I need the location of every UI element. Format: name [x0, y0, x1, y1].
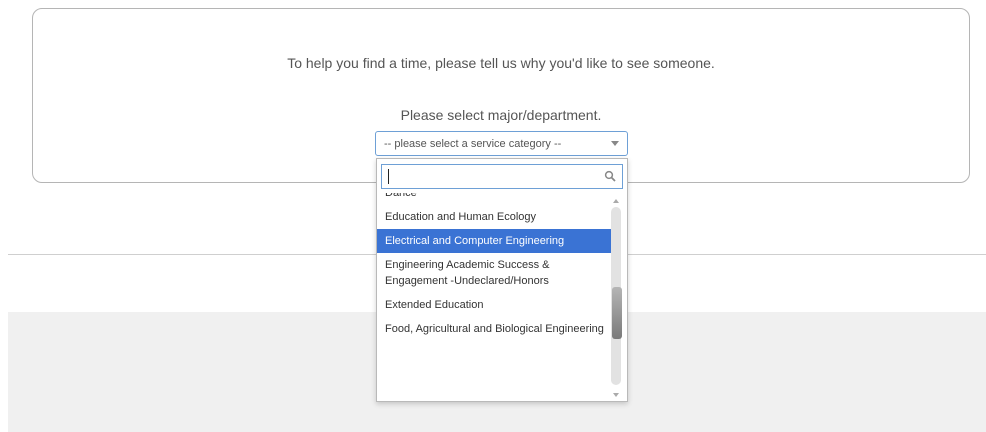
- appointment-panel: To help you find a time, please tell us …: [32, 8, 970, 183]
- text-caret: [388, 169, 389, 184]
- list-item-engineering-academic-success[interactable]: Engineering Academic Success & Engagemen…: [377, 253, 613, 293]
- list-item-food-agricultural-biological-engineering[interactable]: Food, Agricultural and Biological Engine…: [377, 317, 613, 341]
- list-item-dance[interactable]: Dance: [377, 193, 613, 205]
- scroll-track[interactable]: [611, 207, 622, 385]
- scroll-thumb[interactable]: [612, 287, 622, 339]
- dropdown-scrollbar[interactable]: [610, 193, 624, 401]
- list-item-extended-education[interactable]: Extended Education: [377, 293, 613, 317]
- scroll-down-arrow-icon[interactable]: [613, 393, 619, 397]
- dropdown-list: Dance Education and Human Ecology Electr…: [377, 193, 613, 401]
- search-icon: [604, 170, 616, 182]
- service-category-select[interactable]: -- please select a service category --: [375, 131, 628, 156]
- dropdown-search-input[interactable]: [382, 165, 597, 187]
- select-value: -- please select a service category --: [384, 138, 562, 150]
- dropdown-search[interactable]: [381, 164, 623, 189]
- help-prompt: To help you find a time, please tell us …: [287, 55, 715, 71]
- category-dropdown: Dance Education and Human Ecology Electr…: [376, 158, 628, 402]
- chevron-down-icon: [611, 141, 619, 146]
- select-major-prompt: Please select major/department.: [400, 107, 602, 123]
- list-item-education-human-ecology[interactable]: Education and Human Ecology: [377, 205, 613, 229]
- scroll-up-arrow-icon[interactable]: [613, 199, 619, 203]
- list-item-electrical-computer-engineering[interactable]: Electrical and Computer Engineering: [377, 229, 613, 253]
